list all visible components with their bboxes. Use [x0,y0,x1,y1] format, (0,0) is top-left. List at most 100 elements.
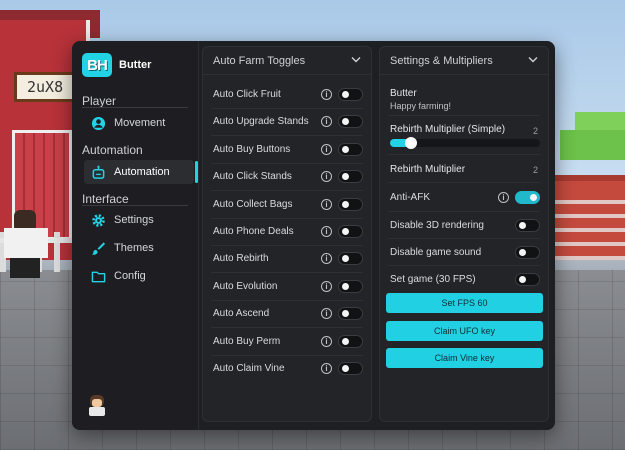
section-interface: Interface [82,192,129,206]
toggle-switch[interactable] [338,170,363,183]
set-game-row: Set game (30 FPS) [380,266,548,293]
sidebar-item-label: Config [114,270,146,282]
grass-block [560,130,625,160]
info-icon[interactable]: i [321,281,332,292]
divider [198,41,199,430]
info-icon[interactable]: i [321,199,332,210]
toggle-row: Auto Phone Deals i [203,218,371,245]
info-icon[interactable]: i [321,253,332,264]
panel-title: Auto Farm Toggles [213,54,306,67]
divider [82,205,188,206]
robot-icon [90,164,106,180]
input-label: Rebirth Multiplier [390,164,466,175]
toggle-row: Auto Buy Perm i [203,328,371,355]
toggle-label: Auto Phone Deals [213,226,294,237]
toggle-row: Auto Rebirth i [203,245,371,272]
toggle-label: Auto Ascend [213,308,270,319]
panel-header[interactable]: Auto Farm Toggles [203,47,371,75]
app-logo: BH [82,53,112,77]
section-player: Player [82,94,117,108]
sidebar-item-label: Settings [114,214,154,226]
toggle-label: Disable game sound [390,247,482,258]
toggle-row: Auto Upgrade Stands i [203,108,371,135]
toggle-switch[interactable] [338,88,363,101]
toggle-switch[interactable] [338,307,363,320]
slider-value: 2 [532,126,538,136]
toggle-label: Auto Collect Bags [213,199,293,210]
brush-icon [90,240,106,256]
info-icon[interactable]: i [321,363,332,374]
toggle-label: Auto Evolution [213,281,278,292]
user-circle-icon [90,115,106,131]
toggle-label: Set game (30 FPS) [390,274,476,285]
toggle-label: Auto Upgrade Stands [213,116,309,127]
toggle-row: Auto Buy Buttons i [203,136,371,163]
gear-icon [90,212,106,228]
toggle-row: Auto Ascend i [203,300,371,327]
toggle-label: Disable 3D rendering [390,220,484,231]
info-icon[interactable]: i [321,89,332,100]
info-icon[interactable]: i [321,116,332,127]
auto-farm-panel: Auto Farm Toggles Auto Click Fruit i Auto … [202,46,372,422]
info-icon[interactable]: i [321,226,332,237]
slider-handle[interactable] [405,137,417,149]
toggle-label: Auto Buy Buttons [213,144,291,155]
info-icon[interactable]: i [321,308,332,319]
user-avatar[interactable] [86,393,108,417]
anti-afk-toggle[interactable] [515,191,540,204]
toggle-label: Auto Click Fruit [213,89,281,100]
claim-vine-key-button[interactable]: Claim Vine key [386,348,543,368]
sidebar-item-movement[interactable]: Movement [84,111,194,135]
sidebar: BH Butter Player Movement Automation Aut… [72,41,198,430]
toggle-row: Auto Click Stands i [203,163,371,190]
disable-sound-toggle[interactable] [515,246,540,259]
toggle-row: Auto Collect Bags i [203,191,371,218]
sidebar-item-config[interactable]: Config [84,264,194,288]
sidebar-item-automation[interactable]: Automation [84,160,194,184]
folder-icon [90,268,106,284]
sidebar-item-label: Movement [114,117,166,129]
panel-title: Settings & Multipliers [390,54,493,67]
anti-afk-row: Anti-AFK i [380,184,548,211]
toggle-switch[interactable] [338,115,363,128]
toggle-label: Auto Click Stands [213,171,292,182]
player-character-head [14,210,36,230]
script-hub-window: BH Butter Player Movement Automation Aut… [72,41,555,430]
info-icon[interactable]: i [321,171,332,182]
paragraph-content: Happy farming! [390,101,452,111]
sidebar-item-themes[interactable]: Themes [84,236,194,260]
chevron-down-icon[interactable] [528,55,538,66]
toggle-switch[interactable] [338,362,363,375]
toggle-row: Auto Evolution i [203,273,371,300]
app-name: Butter [119,59,152,71]
panel-header[interactable]: Settings & Multipliers [380,47,548,75]
toggle-label: Anti-AFK [390,192,431,203]
toggle-switch[interactable] [338,198,363,211]
toggle-switch[interactable] [338,280,363,293]
sidebar-item-label: Themes [114,242,154,254]
toggle-label: Auto Buy Perm [213,336,281,347]
toggle-row: Auto Claim Vine i [203,355,371,382]
toggle-switch[interactable] [338,335,363,348]
info-icon[interactable]: i [498,192,509,203]
info-icon[interactable]: i [321,144,332,155]
toggle-switch[interactable] [338,252,363,265]
toggle-switch[interactable] [338,225,363,238]
set-fps-60-button[interactable]: Set FPS 60 [386,293,543,313]
sidebar-item-settings[interactable]: Settings [84,208,194,232]
paragraph-title: Butter [390,88,417,99]
sidebar-item-label: Automation [114,166,170,178]
disable-3d-toggle[interactable] [515,219,540,232]
chevron-down-icon[interactable] [351,55,361,66]
rebirth-multiplier-slider[interactable] [390,137,540,149]
rebirth-multiplier-input[interactable]: 2 [533,165,538,175]
toggle-row: Auto Click Fruit i [203,81,371,108]
settings-panel: Settings & Multipliers Butter Happy farm… [379,46,549,422]
toggle-label: Auto Claim Vine [213,363,285,374]
section-automation: Automation [82,143,143,157]
player-character [4,228,48,258]
set-game-toggle[interactable] [515,273,540,286]
info-icon[interactable]: i [321,336,332,347]
claim-ufo-key-button[interactable]: Claim UFO key [386,321,543,341]
toggle-switch[interactable] [338,143,363,156]
